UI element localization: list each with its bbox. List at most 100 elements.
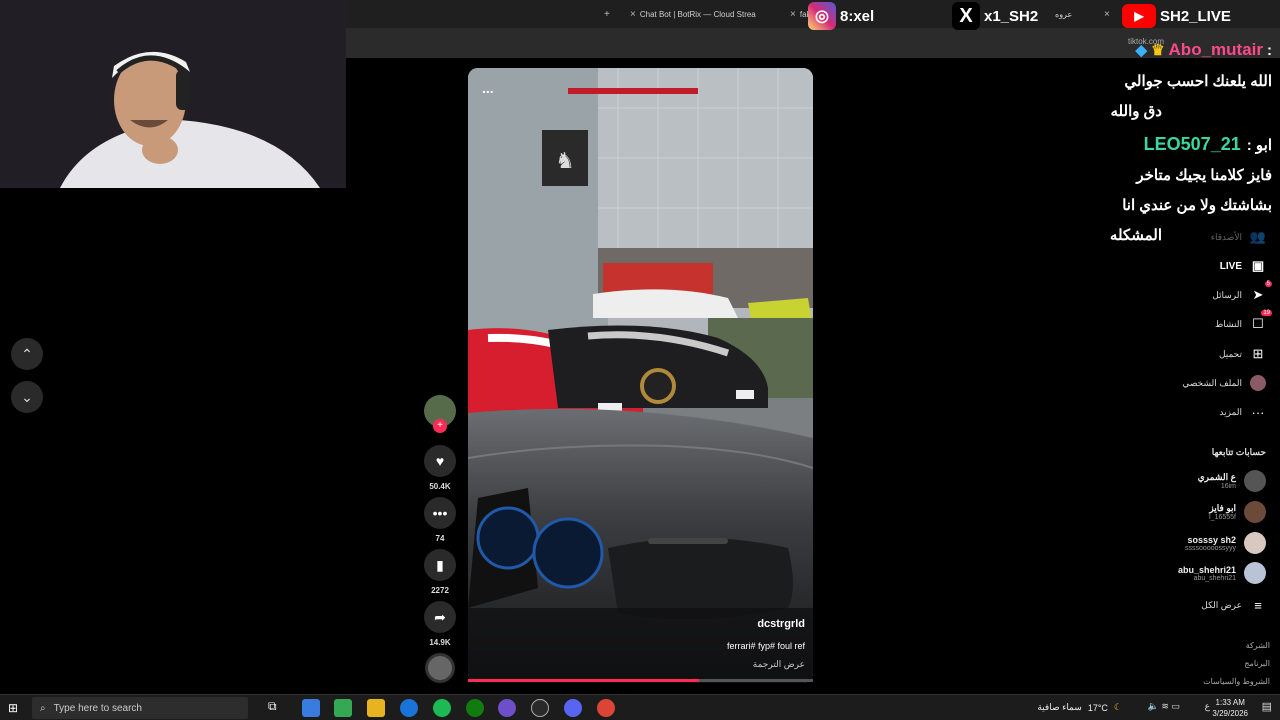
- live-icon: ▣: [1251, 258, 1265, 273]
- chevron-down-icon: ⌄: [21, 388, 33, 405]
- wifi-icon: ≋: [1161, 701, 1169, 711]
- following-account[interactable]: ابو فايز l_16555f: [1209, 501, 1266, 523]
- close-tab-icon[interactable]: ×: [630, 9, 636, 20]
- video-caption: ferrari# fyp# foul ref: [726, 641, 805, 651]
- video-player[interactable]: ♞ ... dcstrgrld ferrari# fyp# foul ref ع…: [468, 68, 813, 683]
- chat-app-icon[interactable]: [498, 699, 516, 717]
- like-button[interactable]: ♥: [424, 445, 456, 477]
- share-count: 14.9K: [429, 638, 451, 647]
- sidebar-item-activity[interactable]: ☐ 19 النشاط: [1215, 310, 1272, 332]
- chat-line: بشاشتك ولا من عندي انا: [1122, 197, 1272, 214]
- avatar: [1244, 470, 1266, 492]
- follow-creator-button[interactable]: +: [433, 419, 447, 433]
- footer-link-program[interactable]: البرنامج: [1244, 659, 1270, 668]
- spotify-icon[interactable]: [433, 699, 451, 717]
- chat-username: Abo_mutair: [1168, 40, 1263, 59]
- avatar: [1244, 532, 1266, 554]
- friends-icon: 👥: [1249, 229, 1267, 244]
- svg-text:♞: ♞: [555, 149, 575, 174]
- task-view-icon[interactable]: ⧉: [268, 699, 286, 717]
- x-logo-icon: X: [952, 2, 980, 30]
- sidebar-item-more[interactable]: ··· المزيد: [1219, 404, 1266, 420]
- input-language[interactable]: ع: [1205, 701, 1210, 712]
- cube-icon: ◆: [1135, 42, 1148, 59]
- messages-badge: 5: [1264, 281, 1272, 287]
- close-tab-icon[interactable]: ×: [790, 9, 796, 20]
- video-frame: ♞: [468, 68, 813, 683]
- chat-username: LEO507_21: [1143, 134, 1241, 154]
- sidebar-item-live[interactable]: ▣ LIVE: [1220, 258, 1266, 274]
- taskbar-clock[interactable]: 1:33 AM 3/29/2026: [1212, 697, 1248, 719]
- messages-icon: ➤ 5: [1252, 281, 1272, 302]
- close-tab-icon[interactable]: ×: [1104, 4, 1116, 24]
- chat-line: الله يلعنك احسب جوالي: [1124, 73, 1272, 90]
- comment-button[interactable]: •••: [424, 497, 456, 529]
- sidebar-item-profile[interactable]: الملف الشخصي: [1182, 375, 1266, 391]
- see-all-following-link[interactable]: ≡ عرض الكل: [1201, 597, 1266, 613]
- previous-video-button[interactable]: ⌃: [11, 338, 43, 370]
- activity-badge: 19: [1261, 310, 1272, 316]
- sidebar-item-messages[interactable]: ➤ 5 الرسائل: [1212, 281, 1272, 303]
- browser-tab-orwa[interactable]: عروه: [1055, 4, 1095, 24]
- share-button[interactable]: ➦: [424, 601, 456, 633]
- video-author[interactable]: dcstrgrld: [757, 618, 805, 630]
- obs-icon[interactable]: [531, 699, 549, 717]
- discord-icon[interactable]: [564, 699, 582, 717]
- browser-tab-botrix[interactable]: × Chat Bot | BotRix — Cloud Strea: [630, 4, 780, 24]
- following-title: حسابات تتابعها: [1211, 447, 1266, 457]
- translate-link[interactable]: عرض الترجمة: [753, 659, 805, 670]
- save-button[interactable]: ▮: [424, 549, 456, 581]
- youtube-icon: ▶: [1122, 4, 1156, 28]
- search-icon: ⌕: [40, 702, 46, 714]
- new-tab-button[interactable]: +: [604, 4, 610, 24]
- next-video-button[interactable]: ⌄: [11, 381, 43, 413]
- avatar: [1244, 562, 1266, 584]
- sidebar-item-friends[interactable]: 👥 الأصدقاء: [1211, 229, 1266, 245]
- like-count: 50.4K: [429, 482, 451, 491]
- video-progress-fill: [468, 679, 700, 682]
- chevron-up-icon: ⌃: [21, 345, 33, 362]
- weather-widget[interactable]: سماء صافية 17°C ☾: [1037, 702, 1122, 713]
- list-icon: ≡: [1254, 597, 1262, 613]
- moon-icon: ☾: [1113, 702, 1122, 712]
- xbox-icon[interactable]: [466, 699, 484, 717]
- comment-count: 74: [435, 534, 445, 543]
- windows-start-icon[interactable]: ⊞: [8, 701, 18, 715]
- streamer-figure: [0, 0, 346, 188]
- following-account[interactable]: sosssy sh2 ssssooooossyyy: [1185, 532, 1266, 554]
- chat-line: فايز كلامنا يجيك متاخر: [1136, 167, 1272, 184]
- speaker-icon: 🔈: [1147, 701, 1159, 711]
- taskbar-search-box[interactable]: ⌕ Type here to search: [32, 697, 248, 719]
- video-progress-bar[interactable]: [468, 679, 813, 682]
- chat-line: المشكله: [1109, 227, 1162, 244]
- footer-link-company[interactable]: الشركة: [1246, 641, 1270, 650]
- save-count: 2272: [431, 586, 449, 595]
- file-explorer-icon[interactable]: [367, 699, 385, 717]
- video-options-button[interactable]: ...: [482, 80, 494, 96]
- comment-icon: •••: [432, 505, 448, 521]
- activity-icon: ☐ 19: [1252, 310, 1272, 331]
- following-account[interactable]: abu_shehri21 abu_shehri21: [1178, 562, 1266, 584]
- share-icon: ➦: [434, 608, 446, 625]
- profile-icon: [1250, 375, 1266, 391]
- instagram-overlay: ◎ 8:xel: [808, 2, 874, 30]
- play-store-icon[interactable]: [334, 699, 352, 717]
- battery-icon: ▭: [1171, 701, 1180, 711]
- edge-icon[interactable]: [400, 699, 418, 717]
- chat-message-header: : Abo_mutair ♛ ◆: [1135, 40, 1272, 59]
- system-tray[interactable]: 🔈 ≋ ▭: [1148, 701, 1180, 712]
- notification-icon[interactable]: ▤: [1262, 700, 1272, 713]
- following-account[interactable]: ع الشمري 16im: [1198, 470, 1266, 492]
- chat-line: دق والله: [1110, 103, 1162, 120]
- bookmark-icon: ▮: [436, 556, 444, 573]
- heart-icon: ♥: [435, 453, 445, 469]
- footer-link-terms[interactable]: الشروط والسياسات: [1203, 677, 1270, 686]
- chrome-icon[interactable]: [597, 699, 615, 717]
- streamer-webcam: [0, 0, 346, 188]
- avatar: [1244, 501, 1266, 523]
- x-overlay: X x1_SH2: [952, 2, 1038, 30]
- copilot-icon[interactable]: [302, 699, 320, 717]
- crown-icon: ♛: [1151, 42, 1165, 59]
- sidebar-item-upload[interactable]: ⊞ تحميل: [1219, 346, 1266, 362]
- sound-disc-icon[interactable]: [425, 653, 455, 683]
